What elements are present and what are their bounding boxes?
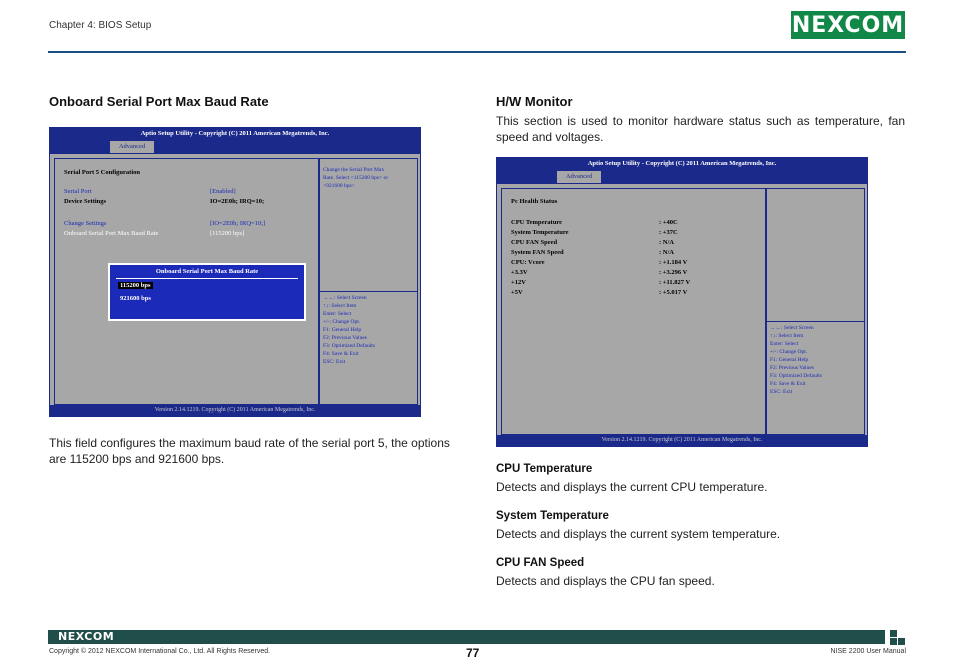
bios-footer: Version 2.14.1219. Copyright (C) 2011 Am… xyxy=(50,405,420,416)
row-label: +12V xyxy=(511,279,526,286)
row-label: +5V xyxy=(511,289,523,296)
row-value: IO=2E0h; IRQ=10; xyxy=(210,198,265,205)
item-title: CPU FAN Speed xyxy=(496,557,585,569)
row-label: System FAN Speed xyxy=(511,249,564,256)
page-number: 77 xyxy=(466,646,480,660)
baud-rate-popup: Onboard Serial Port Max Baud Rate 115200… xyxy=(108,263,306,321)
key-help: →←: Select Screen ↑↓: Select Item Enter:… xyxy=(323,295,375,365)
row-value[interactable]: [IO=2E0h; IRQ=10;] xyxy=(210,220,265,227)
option-115200[interactable]: 115200 bps xyxy=(118,282,153,289)
bios-footer: Version 2.14.1219. Copyright (C) 2011 Am… xyxy=(497,435,867,446)
bios-screen-serial: Aptio Setup Utility - Copyright (C) 2011… xyxy=(49,127,421,417)
section-heading-baud-rate: Onboard Serial Port Max Baud Rate xyxy=(49,94,269,109)
item-text: Detects and displays the current system … xyxy=(496,527,781,541)
section-title: Pc Health Status xyxy=(511,198,558,205)
row-value[interactable]: [Enabled] xyxy=(210,188,236,195)
item-title: System Temperature xyxy=(496,510,609,522)
chapter-title: Chapter 4: BIOS Setup xyxy=(49,20,152,31)
row-value: : +40C xyxy=(659,219,678,226)
row-value: : +5.017 V xyxy=(659,289,688,296)
hw-monitor-intro: This section is used to monitor hardware… xyxy=(496,114,905,144)
item-text: Detects and displays the CPU fan speed. xyxy=(496,574,715,588)
footer-square xyxy=(890,630,897,637)
row-value: : +37C xyxy=(659,229,678,236)
footer-logo: NEXCOM xyxy=(58,630,115,643)
section-title: Serial Port 5 Configuration xyxy=(64,169,141,176)
row-label: +3.3V xyxy=(511,269,528,276)
row-label: Device Settings xyxy=(64,198,107,205)
row-value: : +3.296 V xyxy=(659,269,688,276)
row-label: CPU FAN Speed xyxy=(511,239,558,246)
help-text: Change the Serial Port Max Rate. Select … xyxy=(323,167,389,189)
section-heading-hw-monitor: H/W Monitor xyxy=(496,94,573,109)
header-divider xyxy=(48,51,906,53)
footer-square xyxy=(898,638,905,645)
bios-title: Aptio Setup Utility - Copyright (C) 2011… xyxy=(50,128,420,140)
manual-title: NISE 2200 User Manual xyxy=(830,648,906,655)
row-label: CPU Temperature xyxy=(511,219,562,226)
row-label-selected[interactable]: Onboard Serial Port Max Baud Rate xyxy=(64,230,158,237)
bios-screen-hw-monitor: Aptio Setup Utility - Copyright (C) 2011… xyxy=(496,157,868,447)
bios-title: Aptio Setup Utility - Copyright (C) 2011… xyxy=(497,158,867,170)
row-value: : N/A xyxy=(659,249,674,256)
nexcom-logo: NEXCOM xyxy=(791,11,905,39)
row-label[interactable]: Serial Port xyxy=(64,188,92,195)
row-value: : N/A xyxy=(659,239,674,246)
item-title: CPU Temperature xyxy=(496,463,593,475)
footer-square xyxy=(890,638,897,645)
item-text: Detects and displays the current CPU tem… xyxy=(496,480,768,494)
footer-bar xyxy=(48,630,885,644)
row-label: System Temperature xyxy=(511,229,569,236)
row-label: CPU: Vcore xyxy=(511,259,545,266)
copyright-text: Copyright © 2012 NEXCOM International Co… xyxy=(49,648,271,655)
row-value: : +11.827 V xyxy=(659,279,691,286)
tab-advanced[interactable]: Advanced xyxy=(110,141,154,153)
row-value: : +1.184 V xyxy=(659,259,688,266)
tab-advanced[interactable]: Advanced xyxy=(557,171,601,183)
row-value-selected[interactable]: [115200 bps] xyxy=(210,230,244,237)
popup-title: Onboard Serial Port Max Baud Rate xyxy=(155,268,259,275)
row-label[interactable]: Change Settings xyxy=(64,220,106,227)
baud-rate-description: This field configures the maximum baud r… xyxy=(49,436,450,466)
key-help: →←: Select Screen ↑↓: Select Item Enter:… xyxy=(770,325,822,395)
option-921600[interactable]: 921600 bps xyxy=(120,295,151,302)
